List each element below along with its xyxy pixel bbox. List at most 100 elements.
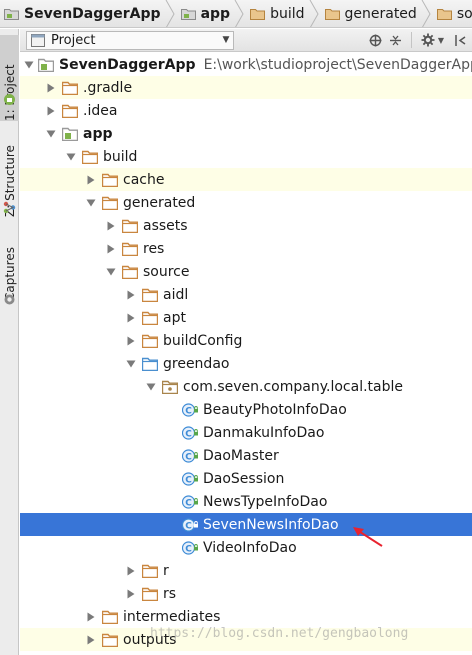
- tree-node[interactable]: source: [20, 260, 472, 283]
- tree-node-label: r: [163, 562, 169, 579]
- tree-node[interactable]: res: [20, 237, 472, 260]
- tree-node[interactable]: buildConfig: [20, 329, 472, 352]
- tree-node[interactable]: r: [20, 559, 472, 582]
- expand-arrow-icon[interactable]: [44, 122, 58, 145]
- project-view-select[interactable]: Project ▼: [26, 30, 234, 50]
- tree-node[interactable]: C NewsTypeInfoDao: [20, 490, 472, 513]
- tree-node-label: outputs: [123, 631, 177, 648]
- tree-node-label: NewsTypeInfoDao: [203, 493, 328, 510]
- source-folder-icon: [142, 357, 158, 371]
- collapse-arrow-icon[interactable]: [104, 214, 118, 237]
- collapse-arrow-icon[interactable]: [124, 559, 138, 582]
- folder-icon: [102, 610, 118, 624]
- folder-icon: [142, 311, 158, 325]
- navigation-breadcrumb: SevenDaggerApp app build generated source: [0, 0, 472, 28]
- red-annotation-arrow-icon: [353, 527, 383, 547]
- tree-node[interactable]: cache: [20, 168, 472, 191]
- tool-window-strip: 1: Project Z: Structure Captures: [0, 29, 19, 655]
- chevron-down-icon: ▼: [222, 35, 230, 45]
- project-view-label: Project: [51, 32, 96, 48]
- module-folder-icon: [38, 58, 54, 72]
- tree-node[interactable]: C SevenNewsInfoDao: [20, 513, 472, 536]
- gear-icon[interactable]: [420, 32, 436, 48]
- tree-node[interactable]: rs: [20, 582, 472, 605]
- collapse-arrow-icon[interactable]: [84, 605, 98, 628]
- breadcrumb-label: build: [270, 5, 305, 22]
- collapse-arrow-icon[interactable]: [124, 582, 138, 605]
- breadcrumb-label: source: [456, 5, 472, 22]
- expand-arrow-icon[interactable]: [64, 145, 78, 168]
- tree-node[interactable]: aidl: [20, 283, 472, 306]
- collapse-arrow-icon[interactable]: [104, 237, 118, 260]
- breadcrumb-item[interactable]: source: [433, 0, 472, 27]
- folder-icon: [62, 104, 78, 118]
- tree-node[interactable]: .gradle: [20, 76, 472, 99]
- tree-node[interactable]: assets: [20, 214, 472, 237]
- tree-node[interactable]: app: [20, 122, 472, 145]
- tree-node[interactable]: outputs: [20, 628, 472, 651]
- breadcrumb-item[interactable]: generated: [321, 0, 433, 27]
- collapse-arrow-icon[interactable]: [124, 329, 138, 352]
- tree-node[interactable]: intermediates: [20, 605, 472, 628]
- collapse-arrow-icon[interactable]: [124, 283, 138, 306]
- tree-node-label: res: [143, 240, 165, 257]
- tree-node[interactable]: generated: [20, 191, 472, 214]
- tree-node[interactable]: build: [20, 145, 472, 168]
- breadcrumb-separator-icon: [234, 0, 244, 27]
- folder-icon: [436, 8, 452, 20]
- module-folder-icon: [4, 8, 19, 20]
- collapse-arrow-icon[interactable]: [84, 628, 98, 651]
- tree-node-label: VideoInfoDao: [203, 539, 297, 556]
- folder-icon: [142, 564, 158, 578]
- expand-arrow-icon[interactable]: [104, 260, 118, 283]
- folder-icon: [324, 8, 340, 20]
- collapse-arrow-icon[interactable]: [84, 168, 98, 191]
- tree-node[interactable]: SevenDaggerApp E:\work\studioproject\Seve…: [20, 53, 472, 76]
- scroll-from-source-icon[interactable]: [367, 32, 383, 48]
- structure-icon: [3, 201, 16, 214]
- tree-node-label: apt: [163, 309, 186, 326]
- folder-icon: [82, 150, 98, 164]
- android-icon: [4, 94, 15, 105]
- expand-arrow-icon[interactable]: [144, 375, 158, 398]
- project-tab-label: 1: Project: [2, 64, 17, 121]
- svg-text:C: C: [185, 521, 192, 531]
- breadcrumb-item[interactable]: build: [246, 0, 320, 27]
- tree-node-label: .idea: [83, 102, 118, 119]
- tree-node[interactable]: apt: [20, 306, 472, 329]
- expand-arrow-icon[interactable]: [84, 191, 98, 214]
- class-icon: C: [182, 402, 198, 417]
- expand-arrow-icon[interactable]: [124, 352, 138, 375]
- tree-node[interactable]: C VideoInfoDao: [20, 536, 472, 559]
- project-tool-tab[interactable]: 1: Project: [0, 35, 19, 121]
- class-icon: C: [182, 494, 198, 509]
- captures-tool-tab[interactable]: Captures: [0, 229, 19, 301]
- tree-node[interactable]: C BeautyPhotoInfoDao: [20, 398, 472, 421]
- hide-panel-icon[interactable]: [452, 32, 468, 48]
- collapse-all-icon[interactable]: [387, 32, 403, 48]
- tree-node[interactable]: C DanmakuInfoDao: [20, 421, 472, 444]
- tree-node[interactable]: com.seven.company.local.table: [20, 375, 472, 398]
- collapse-arrow-icon[interactable]: [44, 99, 58, 122]
- breadcrumb-separator-icon: [309, 0, 319, 27]
- collapse-arrow-icon[interactable]: [124, 306, 138, 329]
- captures-icon: [4, 294, 15, 305]
- collapse-arrow-icon[interactable]: [44, 76, 58, 99]
- tree-node[interactable]: greendao: [20, 352, 472, 375]
- tree-node-label: app: [83, 125, 113, 142]
- tree-node[interactable]: .idea: [20, 99, 472, 122]
- folder-icon: [250, 8, 266, 20]
- gear-chevron-icon[interactable]: ▼: [436, 32, 446, 48]
- expand-arrow-icon[interactable]: [24, 53, 34, 76]
- package-icon: [162, 380, 178, 394]
- class-icon: C: [182, 471, 198, 486]
- breadcrumb-item[interactable]: SevenDaggerApp: [0, 0, 177, 27]
- tree-node-label: assets: [143, 217, 188, 234]
- breadcrumb-item[interactable]: app: [177, 0, 247, 27]
- breadcrumb-separator-icon: [421, 0, 431, 27]
- tree-node[interactable]: C DaoSession: [20, 467, 472, 490]
- tree-node[interactable]: C DaoMaster: [20, 444, 472, 467]
